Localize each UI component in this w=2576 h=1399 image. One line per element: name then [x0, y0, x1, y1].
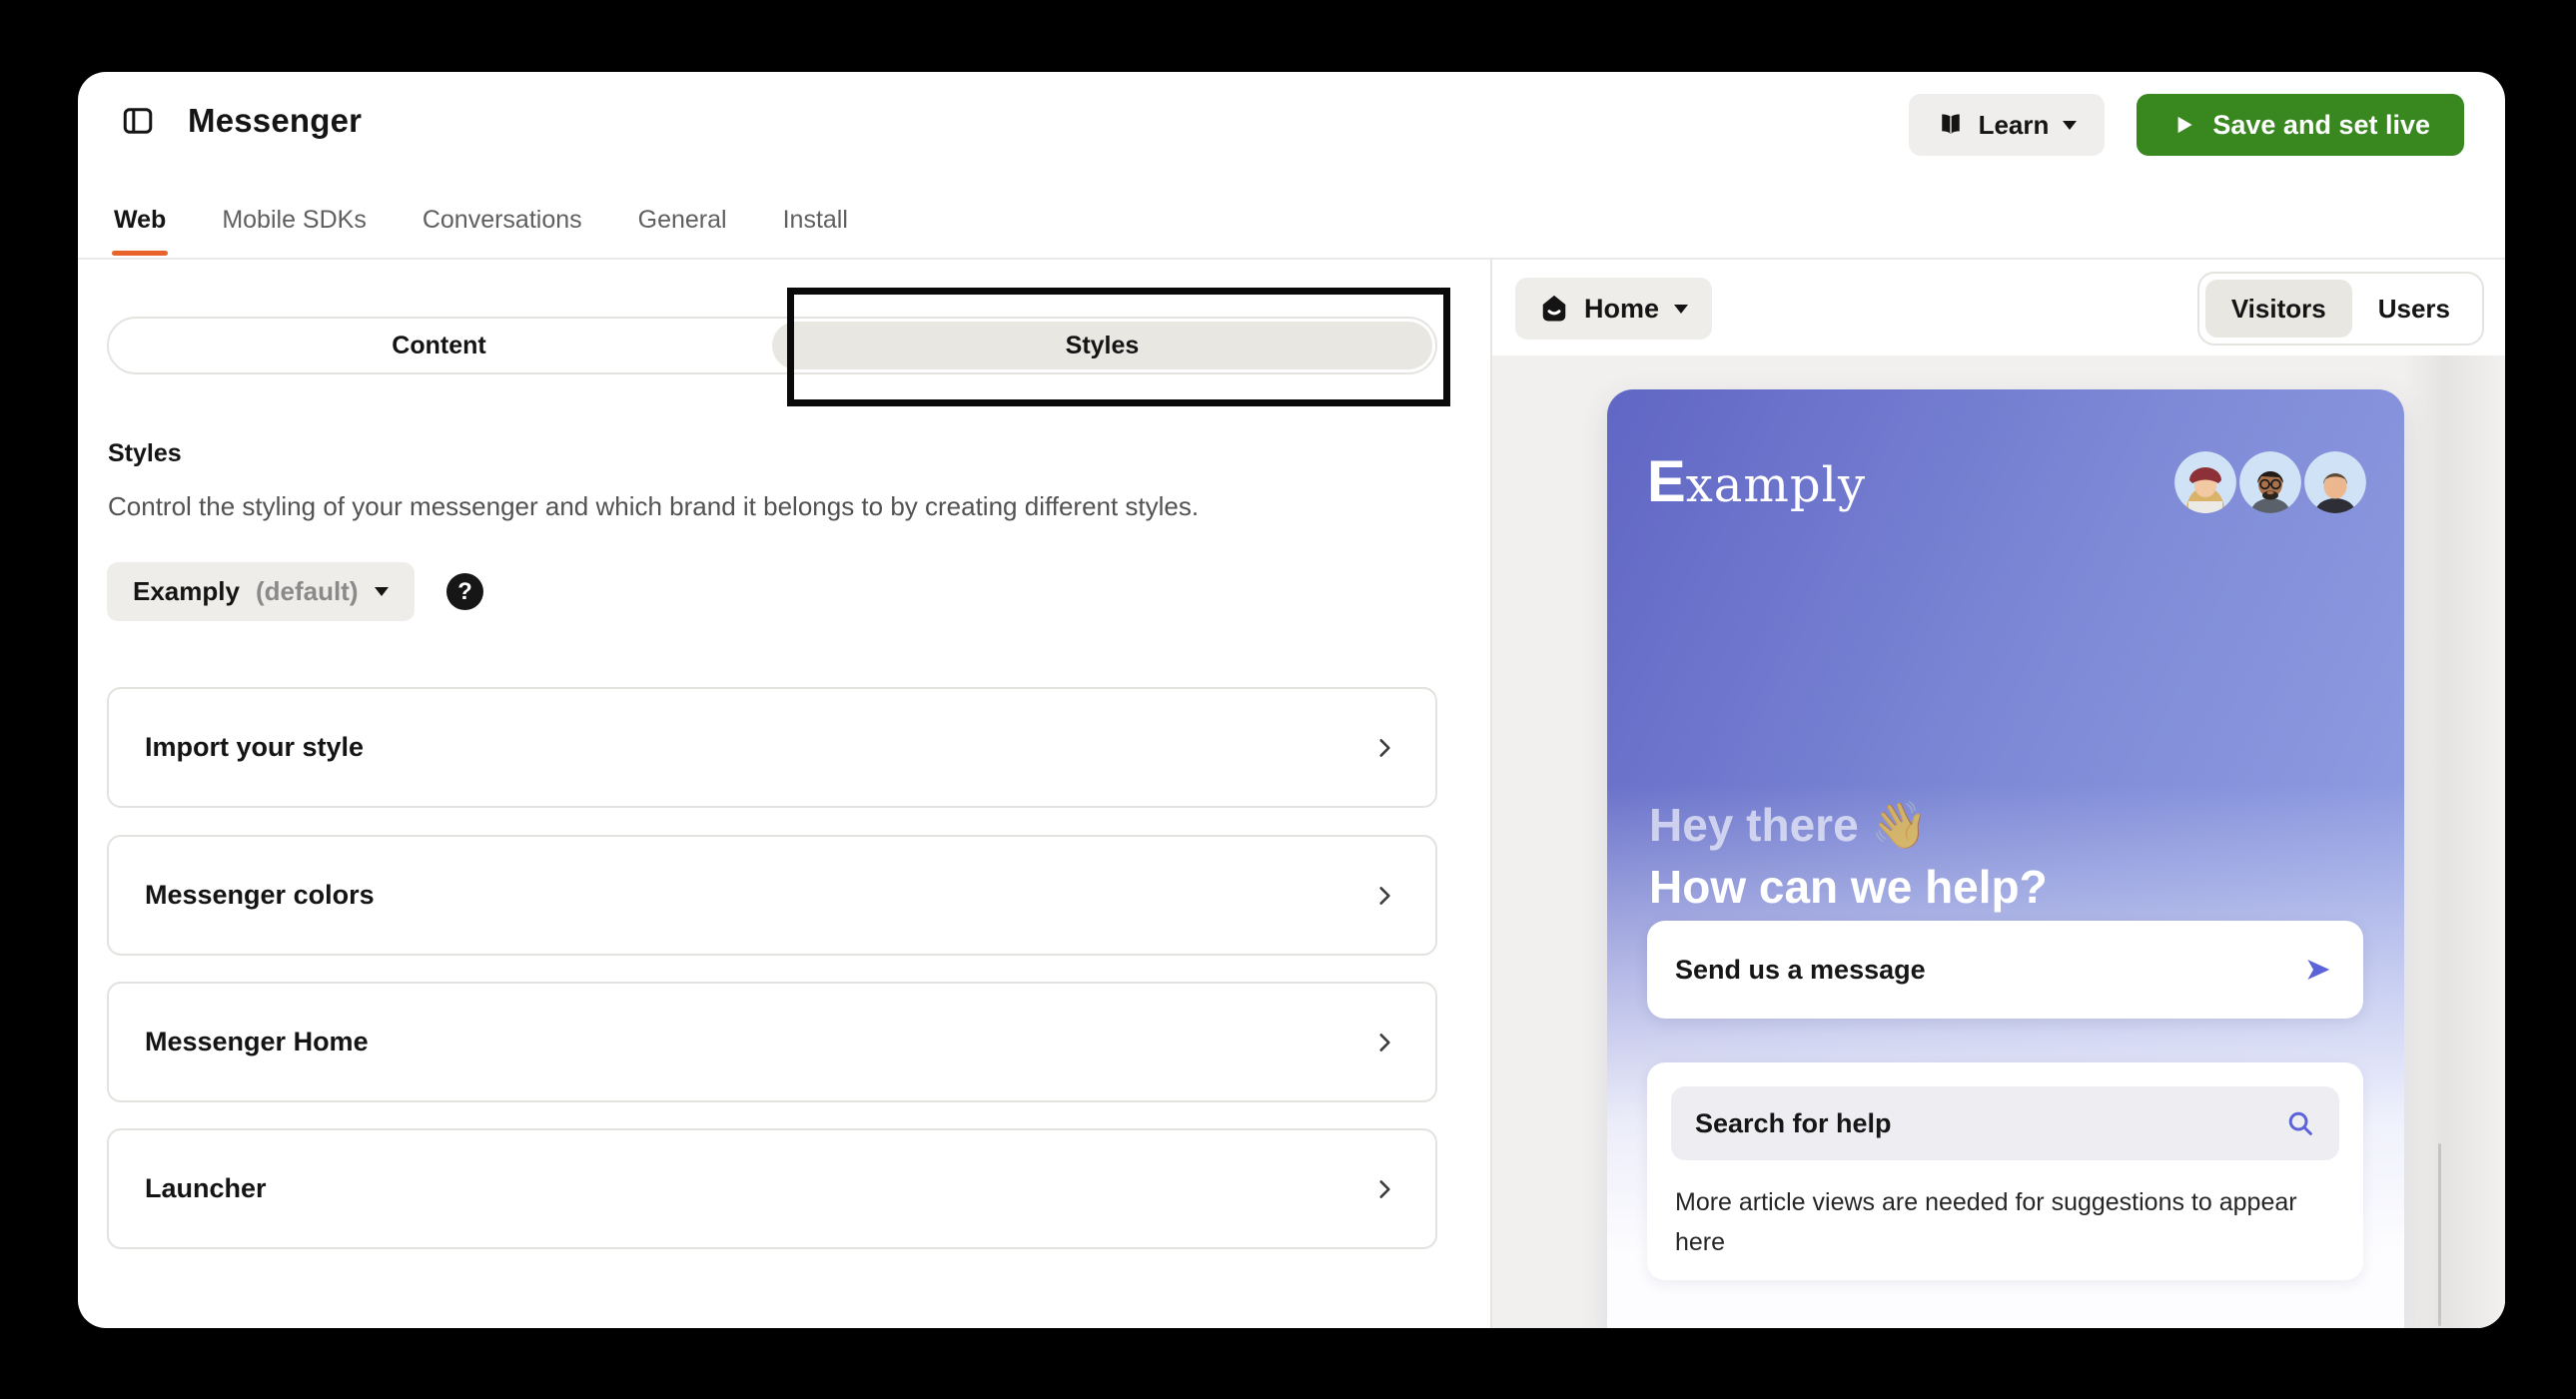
send-message-label: Send us a message [1675, 954, 1926, 985]
segment-content[interactable]: Content [109, 319, 769, 372]
learn-button[interactable]: Learn [1908, 94, 2106, 156]
card-label: Messenger Home [145, 1027, 369, 1056]
toggle-visitors[interactable]: Visitors [2204, 280, 2352, 338]
preview-panel: Examply Hey there 👋 How can we help? Sen… [1492, 355, 2505, 1328]
greeting-line-1: Hey there 👋 [1649, 799, 1929, 851]
chevron-down-icon [1674, 304, 1689, 314]
suggestions-note: More article views are needed for sugges… [1675, 1188, 2297, 1256]
send-message-card[interactable]: Send us a message [1647, 921, 2363, 1019]
search-input[interactable]: Search for help [1671, 1086, 2339, 1160]
help-icon[interactable]: ? [446, 573, 483, 610]
save-button-label: Save and set live [2212, 109, 2430, 140]
preview-header: Home Visitors Users [1492, 260, 2505, 355]
card-label: Messenger colors [145, 880, 375, 910]
chevron-right-icon [1371, 883, 1397, 909]
tab-install[interactable]: Install [781, 200, 850, 258]
avatar [2174, 451, 2236, 513]
toggle-users[interactable]: Users [2352, 280, 2476, 338]
segment-styles[interactable]: Styles [772, 322, 1432, 369]
tab-general[interactable]: General [636, 200, 729, 258]
greeting: Hey there 👋 How can we help? [1649, 794, 2048, 918]
greeting-line-2: How can we help? [1649, 861, 2048, 913]
search-input-label: Search for help [1695, 1107, 1892, 1138]
card-label: Launcher [145, 1173, 267, 1203]
avatar [2304, 451, 2366, 513]
brand-row: Examply [1647, 451, 2366, 513]
tab-mobile-sdks-label: Mobile SDKs [222, 206, 367, 234]
preview-scrollbar[interactable] [2438, 1143, 2441, 1326]
tab-general-label: General [637, 206, 727, 234]
active-tab-underline [112, 251, 169, 256]
tab-install-label: Install [782, 206, 848, 234]
card-messenger-home[interactable]: Messenger Home [107, 982, 1437, 1102]
audience-toggle: Visitors Users [2196, 272, 2484, 346]
tab-conversations-label: Conversations [422, 206, 582, 234]
save-and-set-live-button[interactable]: Save and set live [2137, 94, 2464, 156]
header-actions: Learn Save and set live [1908, 94, 2464, 156]
card-import-your-style[interactable]: Import your style [107, 687, 1437, 808]
top-tabs: Web Mobile SDKs Conversations General In… [112, 200, 850, 258]
screenshot-stage: Messenger Learn Save and set live Web Mo… [0, 0, 2576, 1399]
chevron-right-icon [1371, 1176, 1397, 1202]
messenger-preview: Examply Hey there 👋 How can we help? Sen… [1607, 389, 2404, 1328]
brand-logo-initial: E [1647, 449, 1686, 514]
content-styles-segmented-control: Content Styles [107, 317, 1437, 374]
card-label: Import your style [145, 732, 365, 762]
style-selector-dropdown[interactable]: Examply (default) [107, 562, 415, 621]
play-icon [2170, 112, 2196, 138]
header-left: Messenger [120, 102, 362, 140]
sidebar-toggle-icon[interactable] [120, 103, 156, 139]
tab-web[interactable]: Web [112, 200, 169, 258]
tab-conversations[interactable]: Conversations [421, 200, 584, 258]
chevron-right-icon [1371, 735, 1397, 761]
app-header: Messenger Learn Save and set live [78, 72, 2505, 200]
tab-mobile-sdks[interactable]: Mobile SDKs [220, 200, 369, 258]
send-icon [2303, 955, 2333, 985]
tab-web-label: Web [114, 206, 167, 234]
styles-section-description: Control the styling of your messenger an… [108, 491, 1200, 521]
search-help-card: Search for help More article views are n… [1647, 1062, 2363, 1280]
search-icon [2285, 1108, 2315, 1138]
help-icon-glyph: ? [457, 577, 472, 605]
style-selector-default-suffix: (default) [255, 576, 359, 606]
chevron-down-icon [374, 587, 389, 596]
card-launcher[interactable]: Launcher [107, 1128, 1437, 1249]
avatar [2239, 451, 2301, 513]
brand-logo: Examply [1647, 453, 1866, 511]
preview-screen-label: Home [1584, 293, 1660, 324]
page-title: Messenger [188, 102, 363, 139]
card-messenger-colors[interactable]: Messenger colors [107, 835, 1437, 956]
book-icon [1937, 111, 1965, 139]
app-window: Messenger Learn Save and set live Web Mo… [78, 72, 2505, 1328]
chevron-right-icon [1371, 1030, 1397, 1055]
chevron-down-icon [2063, 120, 2078, 130]
style-selector-name: Examply [133, 576, 240, 606]
styles-section-heading: Styles [108, 439, 182, 467]
brand-logo-rest: xamply [1685, 457, 1867, 513]
preview-screen-dropdown[interactable]: Home [1515, 278, 1713, 340]
messenger-home-icon [1539, 294, 1569, 324]
learn-button-label: Learn [1978, 109, 2050, 140]
teammate-avatars [2171, 451, 2366, 513]
